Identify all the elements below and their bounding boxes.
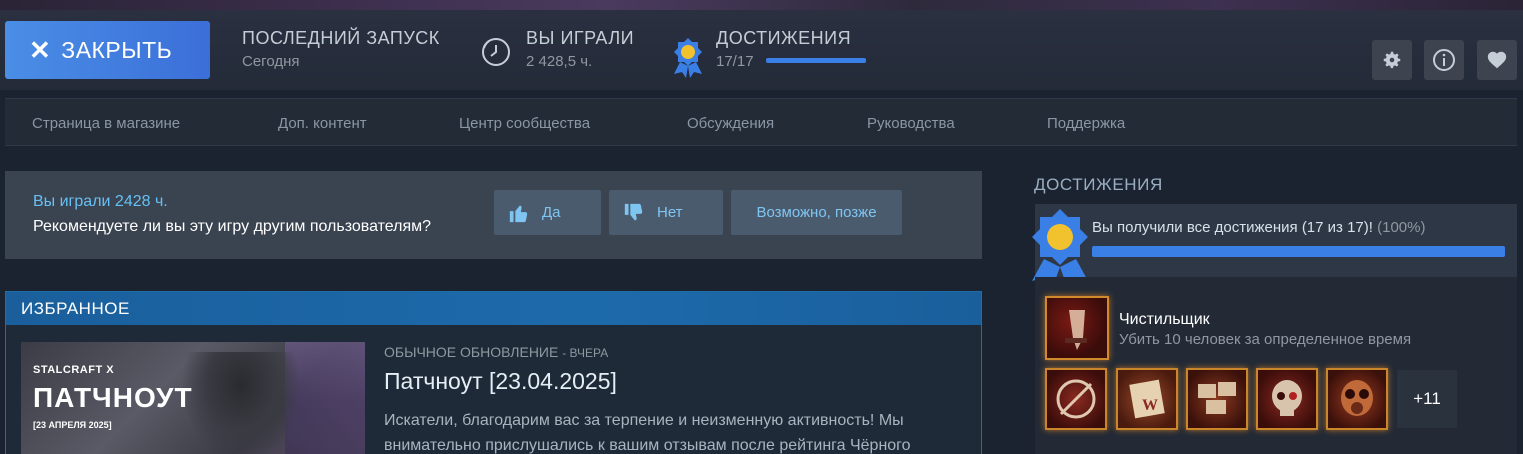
last-launch-value: Сегодня (242, 53, 300, 70)
paper-w-icon: W (1129, 379, 1165, 419)
achievements-label: ДОСТИЖЕНИЯ (716, 28, 852, 48)
achievements-panel-title: ДОСТИЖЕНИЯ (1034, 175, 1163, 194)
played-label: ВЫ ИГРАЛИ (526, 28, 635, 48)
gear-icon (1383, 51, 1401, 69)
subnav-item-discussions[interactable]: Обсуждения (687, 115, 774, 132)
subnav-item-support[interactable]: Поддержка (1047, 115, 1125, 132)
achievement-thumb-5[interactable] (1326, 368, 1388, 430)
review-later-button[interactable]: Возможно, позже (731, 190, 902, 235)
achievements-stat: ДОСТИЖЕНИЯ 17/17 (716, 28, 851, 70)
featured-section: ИЗБРАННОЕ STALCRAFT X ПАТЧНОУТ [23 АПРЕЛ… (5, 291, 982, 454)
knife-cross-icon (1056, 379, 1096, 419)
subnav-item-guides[interactable]: Руководства (867, 115, 955, 132)
image-title: ПАТЧНОУТ (33, 382, 193, 413)
hero-banner-strip (0, 0, 1523, 10)
review-played-hours: 2428 ч. (114, 193, 168, 210)
featured-meta: ОБЫЧНОЕ ОБНОВЛЕНИЕ - ВЧЕРА (384, 344, 608, 360)
review-no-label: Нет (657, 204, 683, 221)
played-value: 2 428,5 ч. (526, 53, 593, 70)
played-stat: ВЫ ИГРАЛИ 2 428,5 ч. (526, 28, 634, 70)
achievement-thumb-2[interactable]: W (1116, 368, 1178, 430)
subnav-item-dlc[interactable]: Доп. контент (278, 115, 367, 132)
photos-icon (1198, 382, 1236, 414)
knife-icon (1065, 310, 1087, 350)
achievements-summary-label: Вы получили все достижения (17 из 17)! (1092, 219, 1373, 236)
achievements-summary[interactable]: Вы получили все достижения (17 из 17)! (… (1035, 204, 1517, 277)
close-icon: ✕ (29, 35, 52, 65)
gasmask-icon (1341, 380, 1373, 416)
game-subnav: Страница в магазине Доп. контент Центр с… (5, 98, 1517, 146)
featured-category: ОБЫЧНОЕ ОБНОВЛЕНИЕ (384, 344, 559, 360)
game-topbar: ✕ ЗАКРЫТЬ ПОСЛЕДНИЙ ЗАПУСК Сегодня ВЫ ИГ… (0, 10, 1523, 90)
thumbs-down-icon (624, 203, 643, 220)
medal-icon (674, 38, 702, 78)
clock-icon (482, 38, 510, 66)
subnav-item-store-page[interactable]: Страница в магазине (32, 115, 180, 132)
review-yes-button[interactable]: Да (494, 190, 601, 235)
achievements-summary-text: Вы получили все достижения (17 из 17)! (… (1092, 219, 1425, 236)
heart-icon (1487, 51, 1507, 69)
achievements-percent: (100%) (1377, 219, 1426, 236)
close-label: ЗАКРЫТЬ (61, 36, 173, 63)
info-button[interactable] (1424, 40, 1464, 80)
featured-description: Искатели, благодарим вас за терпение и н… (384, 412, 911, 454)
achievement-name: Чистильщик (1119, 311, 1210, 328)
achievements-more-badge[interactable]: +11 (1397, 370, 1457, 428)
svg-text:W: W (1142, 397, 1158, 414)
achievements-progress-bar (766, 58, 866, 63)
review-no-button[interactable]: Нет (609, 190, 723, 235)
review-prompt: Вы играли 2428 ч. Рекомендуете ли вы эту… (5, 171, 982, 259)
subnav-item-community-hub[interactable]: Центр сообщества (459, 115, 590, 132)
last-launch-label: ПОСЛЕДНИЙ ЗАПУСК (242, 28, 440, 48)
review-question: Рекомендуете ли вы эту игру другим польз… (33, 218, 432, 235)
achievement-description: Убить 10 человек за определенное время (1119, 331, 1412, 348)
image-figure (181, 352, 301, 454)
featured-when: - ВЧЕРА (562, 346, 609, 360)
info-icon (1433, 49, 1455, 71)
achievement-thumb-4[interactable] (1256, 368, 1318, 430)
featured-news-image[interactable]: STALCRAFT X ПАТЧНОУТ [23 АПРЕЛЯ 2025] (21, 342, 365, 454)
achievements-summary-progress (1092, 246, 1505, 257)
review-played-line: Вы играли 2428 ч. (33, 193, 168, 211)
featured-header: ИЗБРАННОЕ (6, 292, 981, 325)
close-button[interactable]: ✕ ЗАКРЫТЬ (5, 21, 210, 79)
thumbs-up-icon (509, 205, 528, 222)
achievement-knife-icon[interactable] (1045, 296, 1109, 360)
last-launch-stat: ПОСЛЕДНИЙ ЗАПУСК Сегодня (242, 28, 440, 70)
featured-title[interactable]: Патчноут [23.04.2025] (384, 368, 617, 395)
image-brand: STALCRAFT X (33, 364, 115, 376)
achievement-thumb-1[interactable] (1045, 368, 1107, 430)
skull-icon (1272, 380, 1302, 416)
review-played-prefix: Вы играли (33, 193, 111, 210)
favorite-button[interactable] (1477, 40, 1517, 80)
achievement-thumb-3[interactable] (1186, 368, 1248, 430)
settings-button[interactable] (1372, 40, 1412, 80)
image-date: [23 АПРЕЛЯ 2025] (33, 420, 112, 430)
review-yes-label: Да (542, 204, 561, 221)
review-later-label: Возможно, позже (756, 204, 877, 221)
